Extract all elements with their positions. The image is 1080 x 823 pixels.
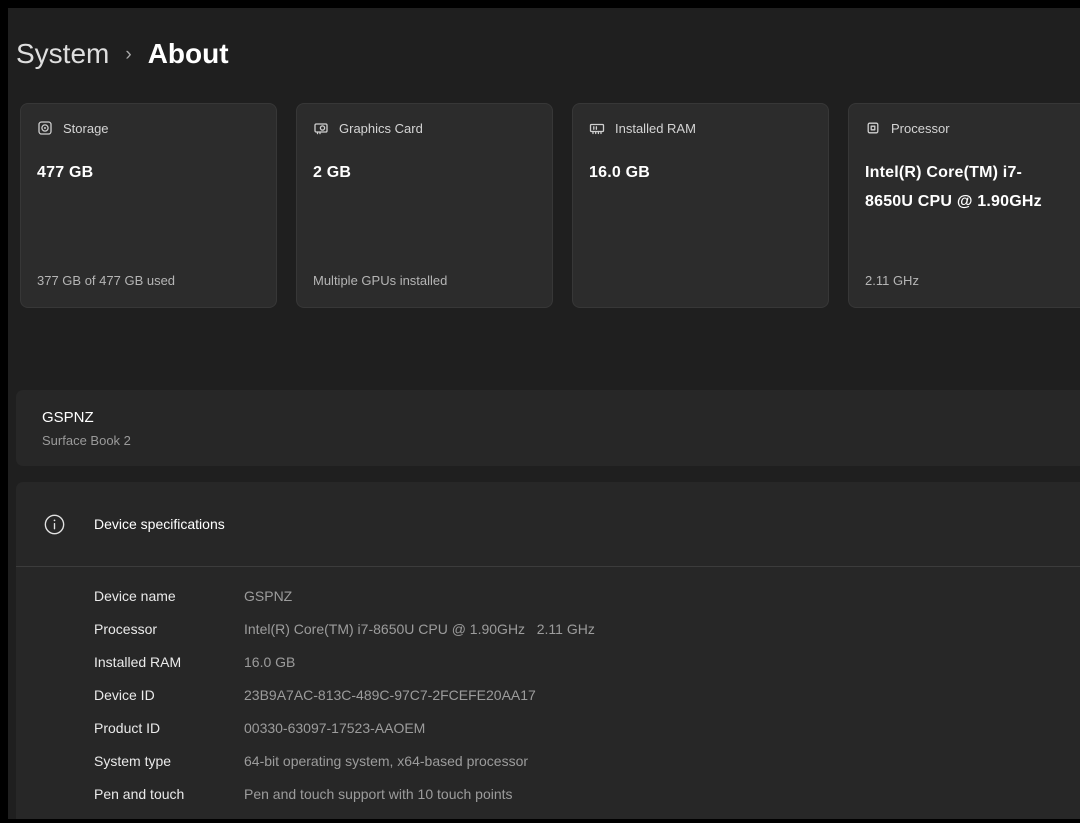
breadcrumb: System › About — [16, 38, 229, 70]
spec-value: Intel(R) Core(TM) i7-8650U CPU @ 1.90GHz… — [244, 621, 595, 637]
device-specifications-section: Device specifications Device name GSPNZ … — [16, 482, 1080, 819]
spec-row-processor: Processor Intel(R) Core(TM) i7-8650U CPU… — [94, 612, 1080, 645]
spec-label: Installed RAM — [94, 654, 244, 670]
spec-value: 23B9A7AC-813C-489C-97C7-2FCEFE20AA17 — [244, 687, 536, 703]
card-label: Processor — [891, 121, 950, 136]
spec-rows: Device name GSPNZ Processor Intel(R) Cor… — [16, 567, 1080, 810]
summary-cards: Storage 477 GB 377 GB of 477 GB used Gra… — [20, 103, 1080, 308]
card-value: 16.0 GB — [589, 158, 812, 187]
spec-row-pen-and-touch: Pen and touch Pen and touch support with… — [94, 777, 1080, 810]
card-value: Intel(R) Core(TM) i7-8650U CPU @ 1.90GHz — [865, 158, 1043, 216]
spec-row-product-id: Product ID 00330-63097-17523-AAOEM — [94, 711, 1080, 744]
card-subtitle: 377 GB of 477 GB used — [37, 273, 175, 288]
device-name: GSPNZ — [42, 409, 1080, 427]
card-graphics-header: Graphics Card — [313, 120, 536, 136]
card-label: Graphics Card — [339, 121, 423, 136]
breadcrumb-system[interactable]: System — [16, 38, 109, 70]
device-model: Surface Book 2 — [42, 433, 1080, 448]
card-label: Storage — [63, 121, 109, 136]
spec-row-system-type: System type 64-bit operating system, x64… — [94, 744, 1080, 777]
card-ram[interactable]: Installed RAM 16.0 GB — [572, 103, 829, 308]
card-processor-header: Processor — [865, 120, 1080, 136]
spec-row-device-name: Device name GSPNZ — [94, 579, 1080, 612]
page-title: About — [148, 38, 229, 70]
spec-label: Processor — [94, 621, 244, 637]
spec-row-installed-ram: Installed RAM 16.0 GB — [94, 645, 1080, 678]
card-storage-header: Storage — [37, 120, 260, 136]
card-subtitle: 2.11 GHz — [865, 273, 919, 288]
card-label: Installed RAM — [615, 121, 696, 136]
storage-icon — [37, 120, 53, 136]
spec-value: 00330-63097-17523-AAOEM — [244, 720, 425, 736]
card-processor[interactable]: Processor Intel(R) Core(TM) i7-8650U CPU… — [848, 103, 1080, 308]
breadcrumb-chevron-icon: › — [125, 42, 131, 66]
device-name-band: GSPNZ Surface Book 2 — [16, 390, 1080, 466]
processor-icon — [865, 120, 881, 136]
spec-label: Pen and touch — [94, 786, 244, 802]
section-title: Device specifications — [94, 516, 225, 532]
spec-value: GSPNZ — [244, 588, 292, 604]
device-specifications-header[interactable]: Device specifications — [16, 482, 1080, 566]
ram-icon — [589, 120, 605, 136]
card-storage[interactable]: Storage 477 GB 377 GB of 477 GB used — [20, 103, 277, 308]
spec-label: Device ID — [94, 687, 244, 703]
card-ram-header: Installed RAM — [589, 120, 812, 136]
spec-value: 64-bit operating system, x64-based proce… — [244, 753, 528, 769]
spec-label: System type — [94, 753, 244, 769]
spec-value: Pen and touch support with 10 touch poin… — [244, 786, 513, 802]
info-icon — [44, 514, 65, 535]
settings-system-about-page: System › About Storage 477 GB 377 GB of … — [8, 8, 1080, 819]
card-subtitle: Multiple GPUs installed — [313, 273, 447, 288]
gpu-icon — [313, 120, 329, 136]
spec-label: Product ID — [94, 720, 244, 736]
card-graphics[interactable]: Graphics Card 2 GB Multiple GPUs install… — [296, 103, 553, 308]
spec-value: 16.0 GB — [244, 654, 295, 670]
card-value: 2 GB — [313, 158, 536, 187]
spec-label: Device name — [94, 588, 244, 604]
card-value: 477 GB — [37, 158, 260, 187]
spec-row-device-id: Device ID 23B9A7AC-813C-489C-97C7-2FCEFE… — [94, 678, 1080, 711]
